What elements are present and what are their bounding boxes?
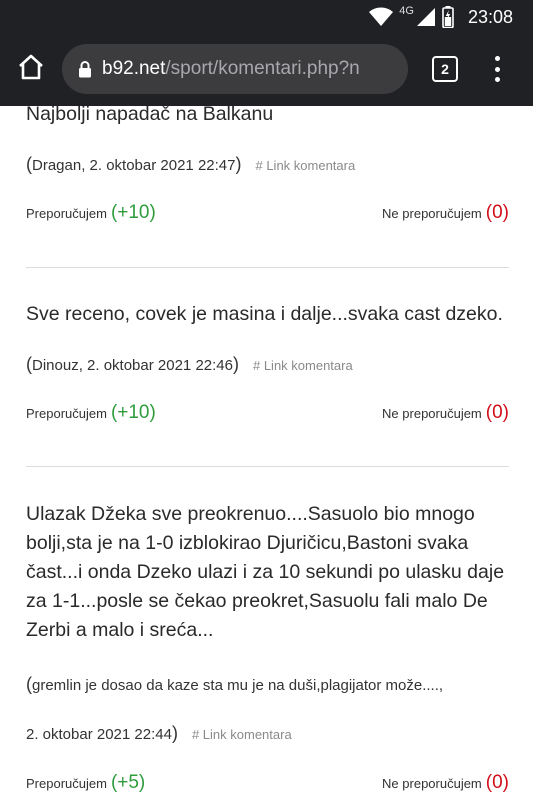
vote-row: Preporučujem (+10) Ne preporučujem (0) xyxy=(26,198,509,224)
url-host: b92.net xyxy=(102,58,166,79)
not-recommend-button[interactable]: Ne preporučujem (0) xyxy=(382,402,509,424)
recommend-button[interactable]: Preporučujem (+5) xyxy=(26,772,145,794)
comment-text: Najbolji napadač na Balkanu xyxy=(26,106,274,125)
home-icon xyxy=(17,53,45,86)
status-icons: 4G 23:08 xyxy=(369,4,513,30)
comment-author-date: Dinouz, 2. oktobar 2021 22:46 xyxy=(32,357,233,374)
comment-divider xyxy=(26,466,509,467)
browser-toolbar: b92.net/sport/komentari.php?n 2 xyxy=(0,34,533,106)
comment-item: Najbolji napadač na Balkanu (Dragan, 2. … xyxy=(26,106,509,223)
comment-meta: (Dinouz, 2. oktobar 2021 22:46) # Link ko… xyxy=(26,354,353,374)
comment-date: 2. oktobar 2021 22:44 xyxy=(26,726,172,743)
clock: 23:08 xyxy=(467,6,513,27)
network-type: 4G xyxy=(399,5,414,17)
url-bar[interactable]: b92.net/sport/komentari.php?n xyxy=(62,44,408,94)
cellular-signal-icon xyxy=(416,7,436,27)
status-bar: 4G 23:08 xyxy=(0,0,533,34)
comment-meta: 2. oktobar 2021 22:44) # Link komentara xyxy=(26,723,292,743)
menu-dot xyxy=(494,56,500,61)
not-recommend-button[interactable]: Ne preporučujem (0) xyxy=(382,202,509,224)
wifi-icon xyxy=(369,7,394,27)
url-path: /sport/komentari.php?n xyxy=(165,58,360,79)
comment-author: gremlin je dosao da kaze sta mu je na du… xyxy=(32,677,444,694)
comment-meta: (Dragan, 2. oktobar 2021 22:47) # Link ko… xyxy=(26,154,356,174)
not-recommend-button[interactable]: Ne preporučujem (0) xyxy=(382,772,509,794)
recommend-button[interactable]: Preporučujem (+10) xyxy=(26,402,156,424)
comment-text: Ulazak Džeka sve preokrenuo....Sasuolo b… xyxy=(26,503,505,641)
comment-link[interactable]: # Link komentara xyxy=(255,158,355,173)
comment-author-date: Dragan, 2. oktobar 2021 22:47 xyxy=(32,157,236,174)
not-recommend-count: (0) xyxy=(485,772,509,793)
lock-icon xyxy=(78,60,92,78)
comment-meta: (gremlin je dosao da kaze sta mu je na d… xyxy=(26,674,444,694)
home-button[interactable] xyxy=(14,52,48,86)
menu-button[interactable] xyxy=(486,54,508,84)
comment-item: Ulazak Džeka sve preokrenuo....Sasuolo b… xyxy=(26,500,509,793)
menu-dot xyxy=(494,66,500,72)
comment-link[interactable]: # Link komentara xyxy=(253,358,353,373)
recommend-count: (+10) xyxy=(110,402,156,423)
tab-switcher-button[interactable]: 2 xyxy=(432,56,458,82)
battery-icon xyxy=(442,6,454,28)
recommend-button[interactable]: Preporučujem (+10) xyxy=(26,202,156,224)
vote-row: Preporučujem (+10) Ne preporučujem (0) xyxy=(26,398,509,424)
comment-link[interactable]: # Link komentara xyxy=(192,727,292,742)
comment-text: Sve receno, covek je masina i dalje...sv… xyxy=(26,303,503,325)
recommend-count: (+10) xyxy=(110,202,156,223)
comment-divider xyxy=(26,267,509,268)
recommend-count: (+5) xyxy=(110,772,146,793)
vote-row: Preporučujem (+5) Ne preporučujem (0) xyxy=(26,768,509,794)
not-recommend-count: (0) xyxy=(485,402,509,423)
not-recommend-count: (0) xyxy=(485,202,509,223)
menu-dot xyxy=(494,77,500,82)
comment-item: Sve receno, covek je masina i dalje...sv… xyxy=(26,300,509,423)
comments-page: Najbolji napadač na Balkanu (Dragan, 2. … xyxy=(0,106,533,800)
